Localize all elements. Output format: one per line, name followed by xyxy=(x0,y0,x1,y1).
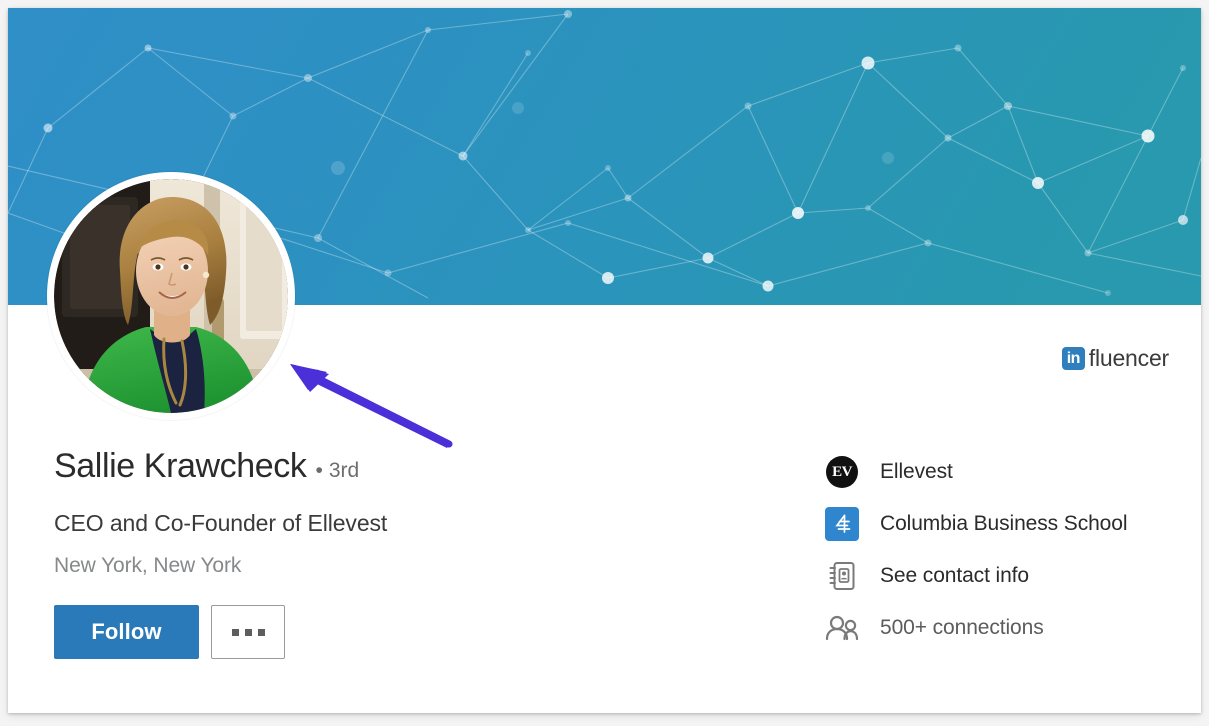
company-label: Ellevest xyxy=(880,460,953,483)
profile-identity: Sallie Krawcheck • 3rd CEO and Co-Founde… xyxy=(54,445,674,580)
columbia-crown-icon xyxy=(823,505,861,543)
connections-people-icon xyxy=(823,609,861,647)
ellipsis-dot-icon xyxy=(257,628,265,636)
info-row-current-company[interactable]: EV Ellevest xyxy=(823,446,1173,498)
more-actions-button[interactable] xyxy=(211,605,285,659)
profile-location: New York, New York xyxy=(54,554,242,577)
columbia-crown-glyph xyxy=(835,514,851,533)
follow-button[interactable]: Follow xyxy=(54,605,199,659)
degree-separator: • xyxy=(315,459,323,482)
ellevest-logo-icon: EV xyxy=(823,453,861,491)
influencer-label: fluencer xyxy=(1088,345,1169,371)
info-row-connections[interactable]: 500+ connections xyxy=(823,602,1173,654)
info-row-contact-info[interactable]: See contact info xyxy=(823,550,1173,602)
ellipsis-dot-icon xyxy=(231,628,239,636)
profile-headline: CEO and Co-Founder of Ellevest xyxy=(54,510,388,536)
profile-info-list: EV Ellevest Columbia Business School See… xyxy=(823,446,1173,654)
profile-card: in fluencer Sallie Krawcheck • 3rd CEO a… xyxy=(8,8,1201,713)
columbia-mark xyxy=(825,507,859,541)
connections-people-glyph xyxy=(825,615,859,641)
contact-card-icon xyxy=(823,557,861,595)
page-root: in fluencer Sallie Krawcheck • 3rd CEO a… xyxy=(0,0,1209,726)
avatar-portrait-illustration xyxy=(54,179,288,413)
ellipsis-dot-icon xyxy=(244,628,252,636)
contact-info-label: See contact info xyxy=(880,564,1029,587)
avatar-photo xyxy=(54,179,288,413)
name-line: Sallie Krawcheck • 3rd xyxy=(54,445,674,492)
ellevest-mark-text: EV xyxy=(826,456,858,488)
connection-degree: 3rd xyxy=(328,459,360,482)
education-label: Columbia Business School xyxy=(880,512,1128,535)
influencer-badge: in fluencer xyxy=(1061,345,1169,372)
linkedin-in-logo-icon: in xyxy=(1061,347,1085,370)
info-row-education[interactable]: Columbia Business School xyxy=(823,498,1173,550)
connections-label: 500+ connections xyxy=(880,616,1044,639)
contact-card-glyph xyxy=(829,562,855,590)
profile-actions: Follow xyxy=(54,605,285,659)
profile-avatar[interactable] xyxy=(47,172,295,420)
page-title: Sallie Krawcheck xyxy=(54,447,307,485)
